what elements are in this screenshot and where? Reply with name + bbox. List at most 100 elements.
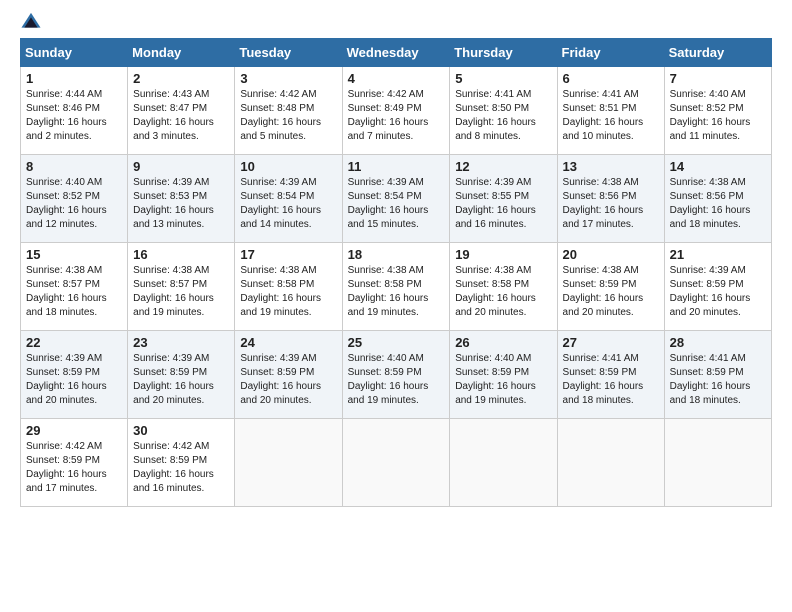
day-number: 17 bbox=[240, 247, 336, 262]
calendar-cell: 12 Sunrise: 4:39 AM Sunset: 8:55 PM Dayl… bbox=[450, 155, 557, 243]
day-info: Sunrise: 4:39 AM Sunset: 8:55 PM Dayligh… bbox=[455, 176, 551, 232]
calendar-header-tuesday: Tuesday bbox=[235, 39, 342, 67]
day-info: Sunrise: 4:40 AM Sunset: 8:52 PM Dayligh… bbox=[26, 176, 122, 232]
day-number: 12 bbox=[455, 159, 551, 174]
calendar-cell: 30 Sunrise: 4:42 AM Sunset: 8:59 PM Dayl… bbox=[128, 419, 235, 507]
calendar-cell: 19 Sunrise: 4:38 AM Sunset: 8:58 PM Dayl… bbox=[450, 243, 557, 331]
day-number: 26 bbox=[455, 335, 551, 350]
day-number: 3 bbox=[240, 71, 336, 86]
calendar-week-1: 1 Sunrise: 4:44 AM Sunset: 8:46 PM Dayli… bbox=[21, 67, 772, 155]
calendar-header-thursday: Thursday bbox=[450, 39, 557, 67]
calendar-cell: 9 Sunrise: 4:39 AM Sunset: 8:53 PM Dayli… bbox=[128, 155, 235, 243]
day-info: Sunrise: 4:39 AM Sunset: 8:59 PM Dayligh… bbox=[133, 352, 229, 408]
calendar-cell bbox=[342, 419, 450, 507]
calendar-header-monday: Monday bbox=[128, 39, 235, 67]
calendar-cell: 3 Sunrise: 4:42 AM Sunset: 8:48 PM Dayli… bbox=[235, 67, 342, 155]
calendar-header-friday: Friday bbox=[557, 39, 664, 67]
day-number: 22 bbox=[26, 335, 122, 350]
day-number: 11 bbox=[348, 159, 445, 174]
day-number: 19 bbox=[455, 247, 551, 262]
calendar-header-sunday: Sunday bbox=[21, 39, 128, 67]
calendar-header-saturday: Saturday bbox=[664, 39, 771, 67]
day-number: 8 bbox=[26, 159, 122, 174]
day-info: Sunrise: 4:41 AM Sunset: 8:59 PM Dayligh… bbox=[670, 352, 766, 408]
day-info: Sunrise: 4:38 AM Sunset: 8:58 PM Dayligh… bbox=[348, 264, 445, 320]
calendar-cell: 26 Sunrise: 4:40 AM Sunset: 8:59 PM Dayl… bbox=[450, 331, 557, 419]
day-number: 25 bbox=[348, 335, 445, 350]
calendar-cell: 11 Sunrise: 4:39 AM Sunset: 8:54 PM Dayl… bbox=[342, 155, 450, 243]
page-header bbox=[20, 10, 772, 32]
calendar-cell: 15 Sunrise: 4:38 AM Sunset: 8:57 PM Dayl… bbox=[21, 243, 128, 331]
day-number: 2 bbox=[133, 71, 229, 86]
day-info: Sunrise: 4:41 AM Sunset: 8:50 PM Dayligh… bbox=[455, 88, 551, 144]
day-info: Sunrise: 4:39 AM Sunset: 8:59 PM Dayligh… bbox=[240, 352, 336, 408]
day-info: Sunrise: 4:39 AM Sunset: 8:59 PM Dayligh… bbox=[670, 264, 766, 320]
calendar-cell: 18 Sunrise: 4:38 AM Sunset: 8:58 PM Dayl… bbox=[342, 243, 450, 331]
day-info: Sunrise: 4:42 AM Sunset: 8:59 PM Dayligh… bbox=[133, 440, 229, 496]
day-info: Sunrise: 4:44 AM Sunset: 8:46 PM Dayligh… bbox=[26, 88, 122, 144]
calendar-cell: 2 Sunrise: 4:43 AM Sunset: 8:47 PM Dayli… bbox=[128, 67, 235, 155]
day-number: 24 bbox=[240, 335, 336, 350]
day-number: 1 bbox=[26, 71, 122, 86]
calendar-header-wednesday: Wednesday bbox=[342, 39, 450, 67]
day-info: Sunrise: 4:38 AM Sunset: 8:59 PM Dayligh… bbox=[563, 264, 659, 320]
calendar-cell bbox=[450, 419, 557, 507]
calendar-cell: 28 Sunrise: 4:41 AM Sunset: 8:59 PM Dayl… bbox=[664, 331, 771, 419]
day-number: 13 bbox=[563, 159, 659, 174]
calendar-cell: 23 Sunrise: 4:39 AM Sunset: 8:59 PM Dayl… bbox=[128, 331, 235, 419]
day-number: 7 bbox=[670, 71, 766, 86]
day-info: Sunrise: 4:41 AM Sunset: 8:51 PM Dayligh… bbox=[563, 88, 659, 144]
day-info: Sunrise: 4:38 AM Sunset: 8:58 PM Dayligh… bbox=[240, 264, 336, 320]
day-info: Sunrise: 4:38 AM Sunset: 8:56 PM Dayligh… bbox=[563, 176, 659, 232]
calendar-week-4: 22 Sunrise: 4:39 AM Sunset: 8:59 PM Dayl… bbox=[21, 331, 772, 419]
calendar-cell: 1 Sunrise: 4:44 AM Sunset: 8:46 PM Dayli… bbox=[21, 67, 128, 155]
day-info: Sunrise: 4:39 AM Sunset: 8:59 PM Dayligh… bbox=[26, 352, 122, 408]
calendar-table: SundayMondayTuesdayWednesdayThursdayFrid… bbox=[20, 38, 772, 507]
day-number: 27 bbox=[563, 335, 659, 350]
calendar-cell: 8 Sunrise: 4:40 AM Sunset: 8:52 PM Dayli… bbox=[21, 155, 128, 243]
calendar-cell bbox=[664, 419, 771, 507]
day-info: Sunrise: 4:39 AM Sunset: 8:54 PM Dayligh… bbox=[348, 176, 445, 232]
calendar-cell: 21 Sunrise: 4:39 AM Sunset: 8:59 PM Dayl… bbox=[664, 243, 771, 331]
calendar-cell: 10 Sunrise: 4:39 AM Sunset: 8:54 PM Dayl… bbox=[235, 155, 342, 243]
calendar-cell: 7 Sunrise: 4:40 AM Sunset: 8:52 PM Dayli… bbox=[664, 67, 771, 155]
calendar-cell: 17 Sunrise: 4:38 AM Sunset: 8:58 PM Dayl… bbox=[235, 243, 342, 331]
day-number: 23 bbox=[133, 335, 229, 350]
day-info: Sunrise: 4:43 AM Sunset: 8:47 PM Dayligh… bbox=[133, 88, 229, 144]
day-number: 16 bbox=[133, 247, 229, 262]
day-info: Sunrise: 4:40 AM Sunset: 8:59 PM Dayligh… bbox=[348, 352, 445, 408]
day-number: 30 bbox=[133, 423, 229, 438]
day-number: 9 bbox=[133, 159, 229, 174]
calendar-cell: 25 Sunrise: 4:40 AM Sunset: 8:59 PM Dayl… bbox=[342, 331, 450, 419]
calendar-week-3: 15 Sunrise: 4:38 AM Sunset: 8:57 PM Dayl… bbox=[21, 243, 772, 331]
calendar-cell: 29 Sunrise: 4:42 AM Sunset: 8:59 PM Dayl… bbox=[21, 419, 128, 507]
day-number: 28 bbox=[670, 335, 766, 350]
calendar-cell: 14 Sunrise: 4:38 AM Sunset: 8:56 PM Dayl… bbox=[664, 155, 771, 243]
calendar-cell bbox=[557, 419, 664, 507]
calendar-header-row: SundayMondayTuesdayWednesdayThursdayFrid… bbox=[21, 39, 772, 67]
day-number: 6 bbox=[563, 71, 659, 86]
day-info: Sunrise: 4:39 AM Sunset: 8:54 PM Dayligh… bbox=[240, 176, 336, 232]
day-number: 10 bbox=[240, 159, 336, 174]
day-info: Sunrise: 4:42 AM Sunset: 8:48 PM Dayligh… bbox=[240, 88, 336, 144]
day-info: Sunrise: 4:38 AM Sunset: 8:57 PM Dayligh… bbox=[26, 264, 122, 320]
calendar-cell: 6 Sunrise: 4:41 AM Sunset: 8:51 PM Dayli… bbox=[557, 67, 664, 155]
logo-icon bbox=[20, 10, 42, 32]
day-info: Sunrise: 4:38 AM Sunset: 8:58 PM Dayligh… bbox=[455, 264, 551, 320]
day-info: Sunrise: 4:38 AM Sunset: 8:57 PM Dayligh… bbox=[133, 264, 229, 320]
day-info: Sunrise: 4:40 AM Sunset: 8:52 PM Dayligh… bbox=[670, 88, 766, 144]
day-info: Sunrise: 4:42 AM Sunset: 8:49 PM Dayligh… bbox=[348, 88, 445, 144]
day-number: 4 bbox=[348, 71, 445, 86]
calendar-week-5: 29 Sunrise: 4:42 AM Sunset: 8:59 PM Dayl… bbox=[21, 419, 772, 507]
calendar-cell: 13 Sunrise: 4:38 AM Sunset: 8:56 PM Dayl… bbox=[557, 155, 664, 243]
calendar-cell: 4 Sunrise: 4:42 AM Sunset: 8:49 PM Dayli… bbox=[342, 67, 450, 155]
day-info: Sunrise: 4:42 AM Sunset: 8:59 PM Dayligh… bbox=[26, 440, 122, 496]
day-info: Sunrise: 4:38 AM Sunset: 8:56 PM Dayligh… bbox=[670, 176, 766, 232]
calendar-cell: 24 Sunrise: 4:39 AM Sunset: 8:59 PM Dayl… bbox=[235, 331, 342, 419]
calendar-cell: 16 Sunrise: 4:38 AM Sunset: 8:57 PM Dayl… bbox=[128, 243, 235, 331]
calendar-cell bbox=[235, 419, 342, 507]
calendar-cell: 27 Sunrise: 4:41 AM Sunset: 8:59 PM Dayl… bbox=[557, 331, 664, 419]
day-info: Sunrise: 4:39 AM Sunset: 8:53 PM Dayligh… bbox=[133, 176, 229, 232]
day-info: Sunrise: 4:40 AM Sunset: 8:59 PM Dayligh… bbox=[455, 352, 551, 408]
day-number: 14 bbox=[670, 159, 766, 174]
